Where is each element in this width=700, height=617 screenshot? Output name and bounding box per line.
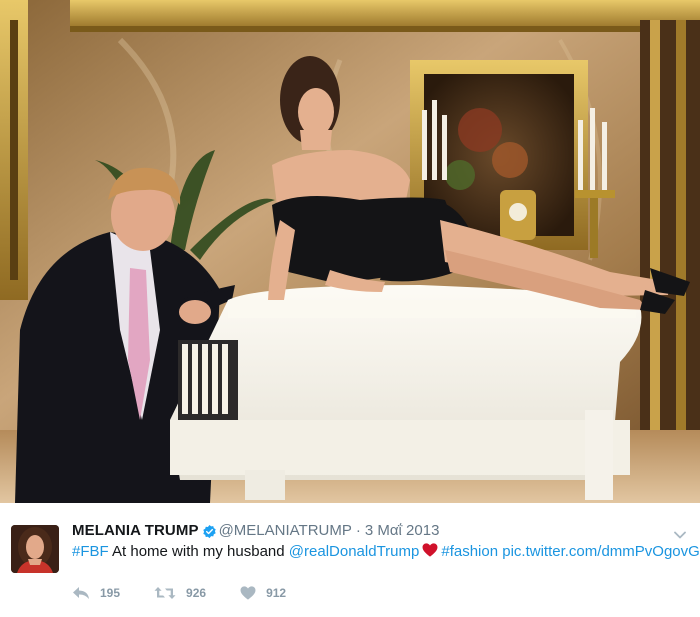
reply-button[interactable]: 195 — [72, 586, 120, 600]
display-name[interactable]: MELANIA TRUMP — [72, 521, 199, 541]
verified-badge-icon — [202, 524, 217, 539]
tweet-plain-text: At home with my husband — [108, 543, 289, 560]
retweet-icon — [154, 587, 176, 599]
like-button[interactable]: 912 — [240, 586, 286, 600]
like-count: 912 — [266, 586, 287, 600]
hashtag-fbf-link[interactable]: #FBF — [72, 543, 109, 560]
separator-dot: · — [355, 522, 361, 539]
tweet-text: #FBF At home with my husband @realDonald… — [72, 542, 700, 562]
retweet-button[interactable]: 926 — [154, 586, 206, 600]
user-handle[interactable]: @MELANIATRUMP — [219, 521, 352, 541]
reply-icon — [73, 587, 89, 599]
tweet-actions: 195 926 912 — [72, 583, 320, 603]
retweet-count: 926 — [186, 586, 207, 600]
tweet-header: MELANIA TRUMP @MELANIATRUMP · 3 Μαΐ 2013 — [72, 521, 439, 541]
reply-count: 195 — [100, 586, 121, 600]
tweet-card: MELANIA TRUMP @MELANIATRUMP · 3 Μαΐ 2013… — [0, 0, 700, 617]
hashtag-fashion-link[interactable]: #fashion — [441, 543, 498, 560]
tweet-content: MELANIA TRUMP @MELANIATRUMP · 3 Μαΐ 2013… — [0, 503, 700, 617]
chevron-down-icon[interactable] — [674, 526, 686, 539]
tweet-photo[interactable] — [0, 0, 700, 503]
pic-link[interactable]: pic.twitter.com/dmmPvOgovG — [502, 543, 700, 560]
heart-icon — [240, 586, 256, 600]
tweet-date[interactable]: 3 Μαΐ 2013 — [365, 521, 440, 541]
avatar[interactable] — [11, 525, 59, 573]
mention-link[interactable]: @realDonaldTrump — [289, 543, 420, 560]
red-heart-icon — [422, 543, 438, 557]
